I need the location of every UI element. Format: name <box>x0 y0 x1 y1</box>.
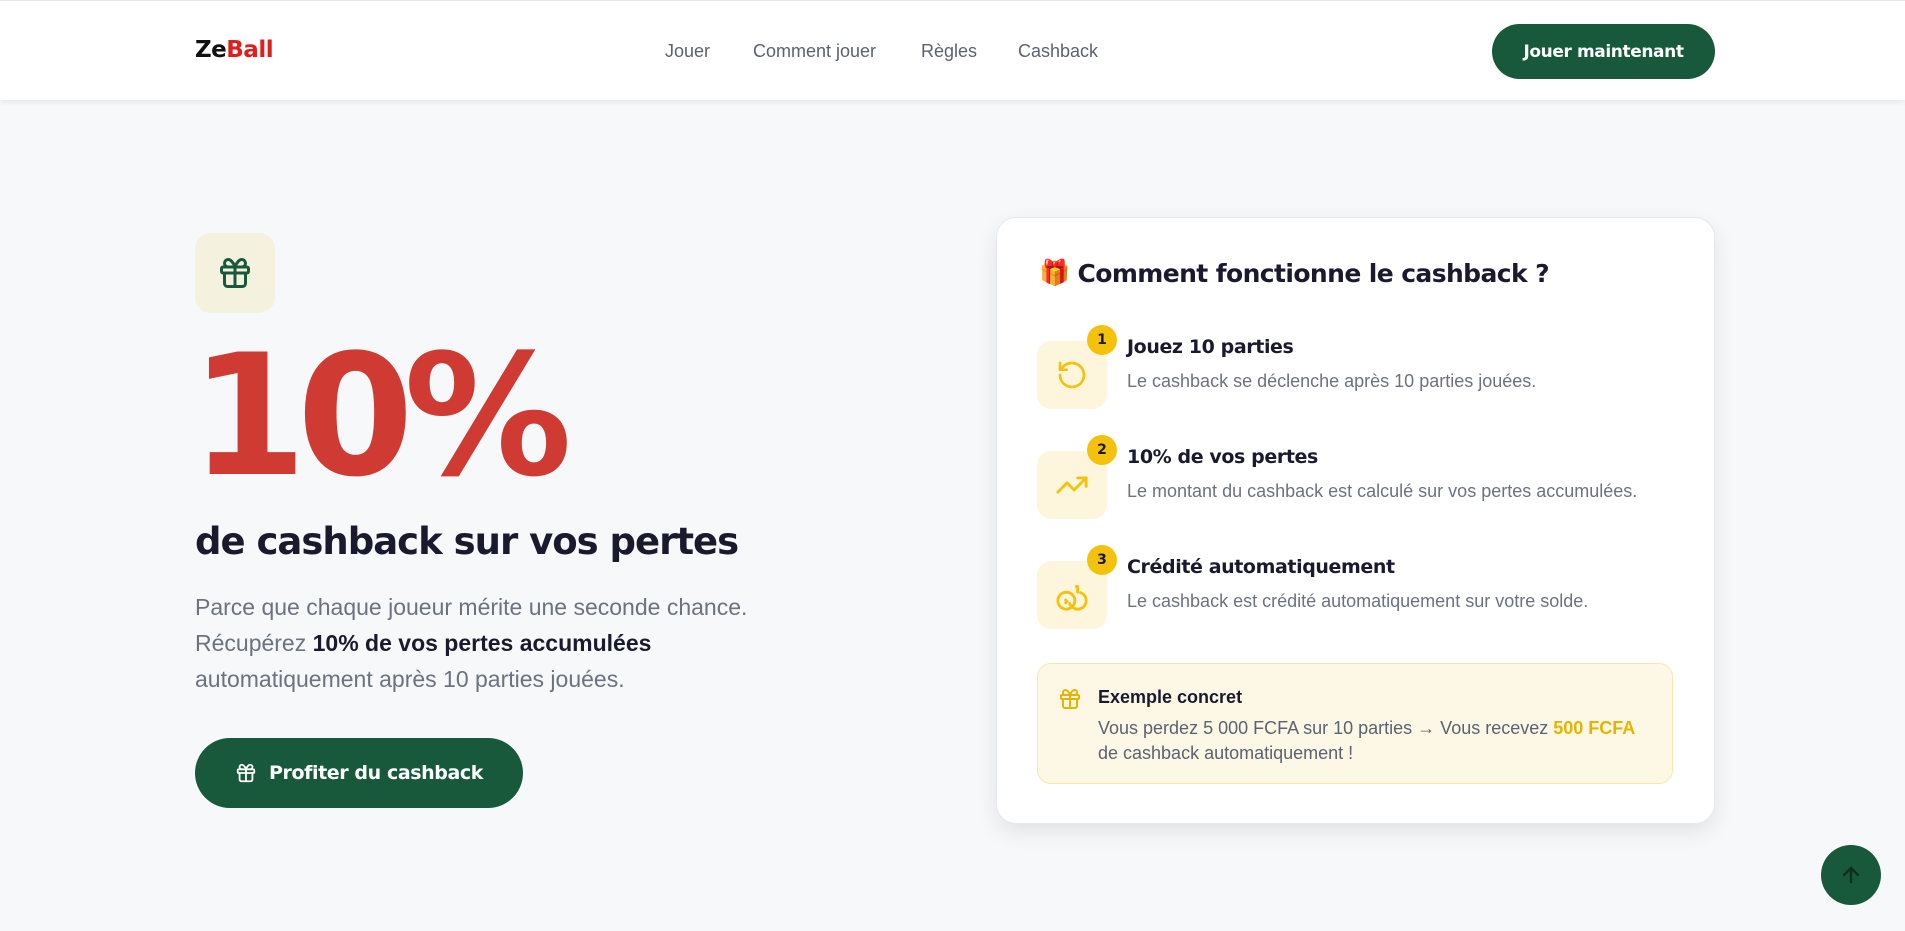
nav-link-comment-jouer[interactable]: Comment jouer <box>753 41 876 62</box>
gift-icon <box>220 258 250 288</box>
example-box: Exemple concret Vous perdez 5 000 FCFA s… <box>1037 663 1673 784</box>
step-description: Le montant du cashback est calculé sur v… <box>1127 481 1638 501</box>
rotate-ccw-icon <box>1058 361 1086 389</box>
step-title: 10% de vos pertes <box>1127 446 1318 468</box>
arrow-up-icon <box>1842 866 1860 884</box>
gift-emoji-icon: 🎁 <box>1039 258 1070 287</box>
cashback-percent: 10% <box>190 318 572 514</box>
scroll-to-top-button[interactable] <box>1821 845 1881 905</box>
step-description: Le cashback est crédité automatiquement … <box>1127 591 1589 611</box>
step-item: 3 Crédité automatiquement Le cashback es… <box>1037 545 1677 629</box>
gift-icon <box>1060 689 1080 709</box>
claim-cashback-label: Profiter du cashback <box>268 762 484 784</box>
hero-subtitle: de cashback sur vos pertes <box>195 520 739 563</box>
nav-link-regles[interactable]: Règles <box>921 41 977 62</box>
step-title: Crédité automatiquement <box>1127 556 1395 578</box>
card-title: 🎁 Comment fonctionne le cashback ? <box>1039 258 1550 288</box>
nav-link-jouer[interactable]: Jouer <box>665 41 710 62</box>
claim-cashback-button[interactable]: Profiter du cashback <box>195 738 523 808</box>
trending-up-icon <box>1056 476 1088 494</box>
step-item: 1 Jouez 10 parties Le cashback se déclen… <box>1037 325 1677 409</box>
hero-description: Parce que chaque joueur mérite une secon… <box>195 594 748 692</box>
step-number-badge: 3 <box>1087 545 1117 575</box>
gift-badge <box>195 233 275 313</box>
nav-link-cashback[interactable]: Cashback <box>1018 41 1098 62</box>
play-now-button[interactable]: Jouer maintenant <box>1492 24 1715 79</box>
coins-icon <box>1056 585 1088 611</box>
example-text: Vous perdez 5 000 FCFA sur 10 parties → … <box>1098 718 1636 763</box>
cashback-info-card: 🎁 Comment fonctionne le cashback ? 1 Jou… <box>996 217 1715 824</box>
step-number-badge: 2 <box>1087 435 1117 465</box>
step-item: 2 10% de vos pertes Le montant du cashba… <box>1037 435 1677 519</box>
step-title: Jouez 10 parties <box>1127 336 1294 358</box>
step-number-badge: 1 <box>1087 325 1117 355</box>
site-header: ZeBall Jouer Comment jouer Règles Cashba… <box>0 0 1905 100</box>
step-description: Le cashback se déclenche après 10 partie… <box>1127 371 1537 391</box>
example-highlight: 500 FCFA <box>1553 718 1636 738</box>
gift-icon <box>236 763 256 783</box>
example-title: Exemple concret <box>1098 687 1243 707</box>
